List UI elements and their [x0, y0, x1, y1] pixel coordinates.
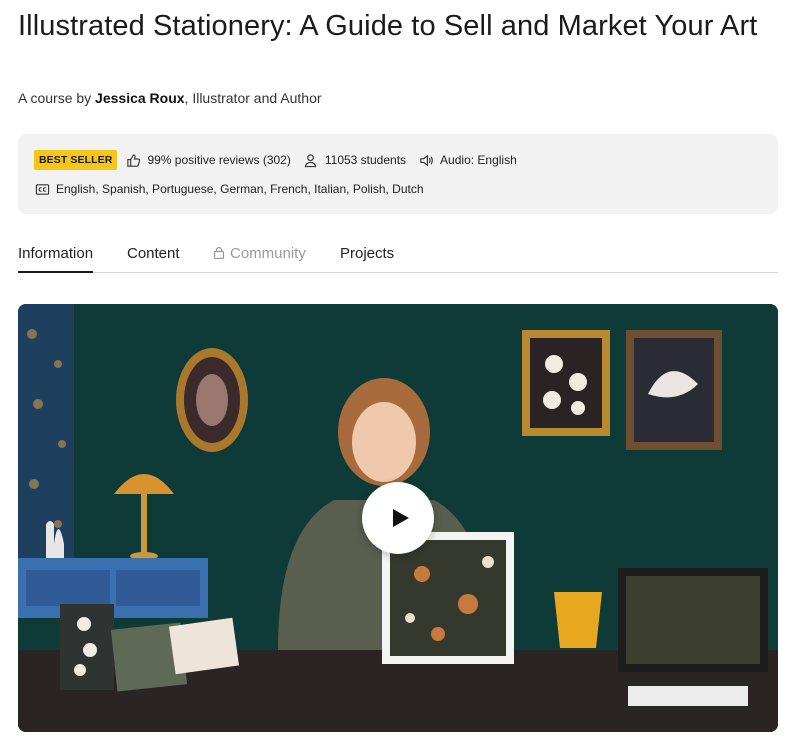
reviews-text: 99% positive reviews (302)	[147, 153, 291, 167]
tab-community-label: Community	[230, 245, 306, 262]
lock-icon	[213, 246, 225, 260]
course-title: Illustrated Stationery: A Guide to Sell …	[18, 10, 758, 42]
tab-information[interactable]: Information	[18, 245, 94, 273]
students-text: 11053 students	[324, 153, 407, 167]
course-meta-panel: BEST SELLER 99% positive reviews (302) 1…	[18, 134, 778, 214]
tab-community[interactable]: Community	[213, 245, 306, 271]
reviews-stat: 99% positive reviews (302)	[125, 152, 291, 168]
course-video-player[interactable]	[18, 304, 778, 732]
best-seller-badge: BEST SELLER	[34, 150, 118, 170]
meta-row-stats: BEST SELLER 99% positive reviews (302) 1…	[34, 150, 529, 170]
byline-prefix: A course by	[18, 90, 96, 106]
play-button[interactable]	[362, 482, 434, 554]
tab-content[interactable]: Content	[127, 245, 180, 271]
closed-captions-icon	[34, 181, 50, 197]
students-stat: 11053 students	[303, 152, 406, 168]
meta-row-subtitles: English, Spanish, Portuguese, German, Fr…	[34, 181, 436, 197]
author-name[interactable]: Jessica Roux	[95, 90, 185, 106]
audio-stat: Audio: English	[418, 152, 517, 168]
audio-text: Audio: English	[440, 153, 517, 167]
thumbs-up-icon	[125, 152, 141, 168]
course-tabs: Information Content Community Projects	[18, 242, 778, 273]
course-byline: A course by Jessica Roux, Illustrator an…	[18, 90, 322, 106]
byline-suffix: , Illustrator and Author	[184, 90, 322, 106]
subtitles-text: English, Spanish, Portuguese, German, Fr…	[56, 182, 424, 196]
subtitles-stat: English, Spanish, Portuguese, German, Fr…	[34, 181, 424, 197]
tab-projects[interactable]: Projects	[340, 245, 394, 271]
speaker-icon	[418, 152, 434, 168]
user-icon	[303, 152, 319, 168]
play-icon	[393, 509, 409, 527]
